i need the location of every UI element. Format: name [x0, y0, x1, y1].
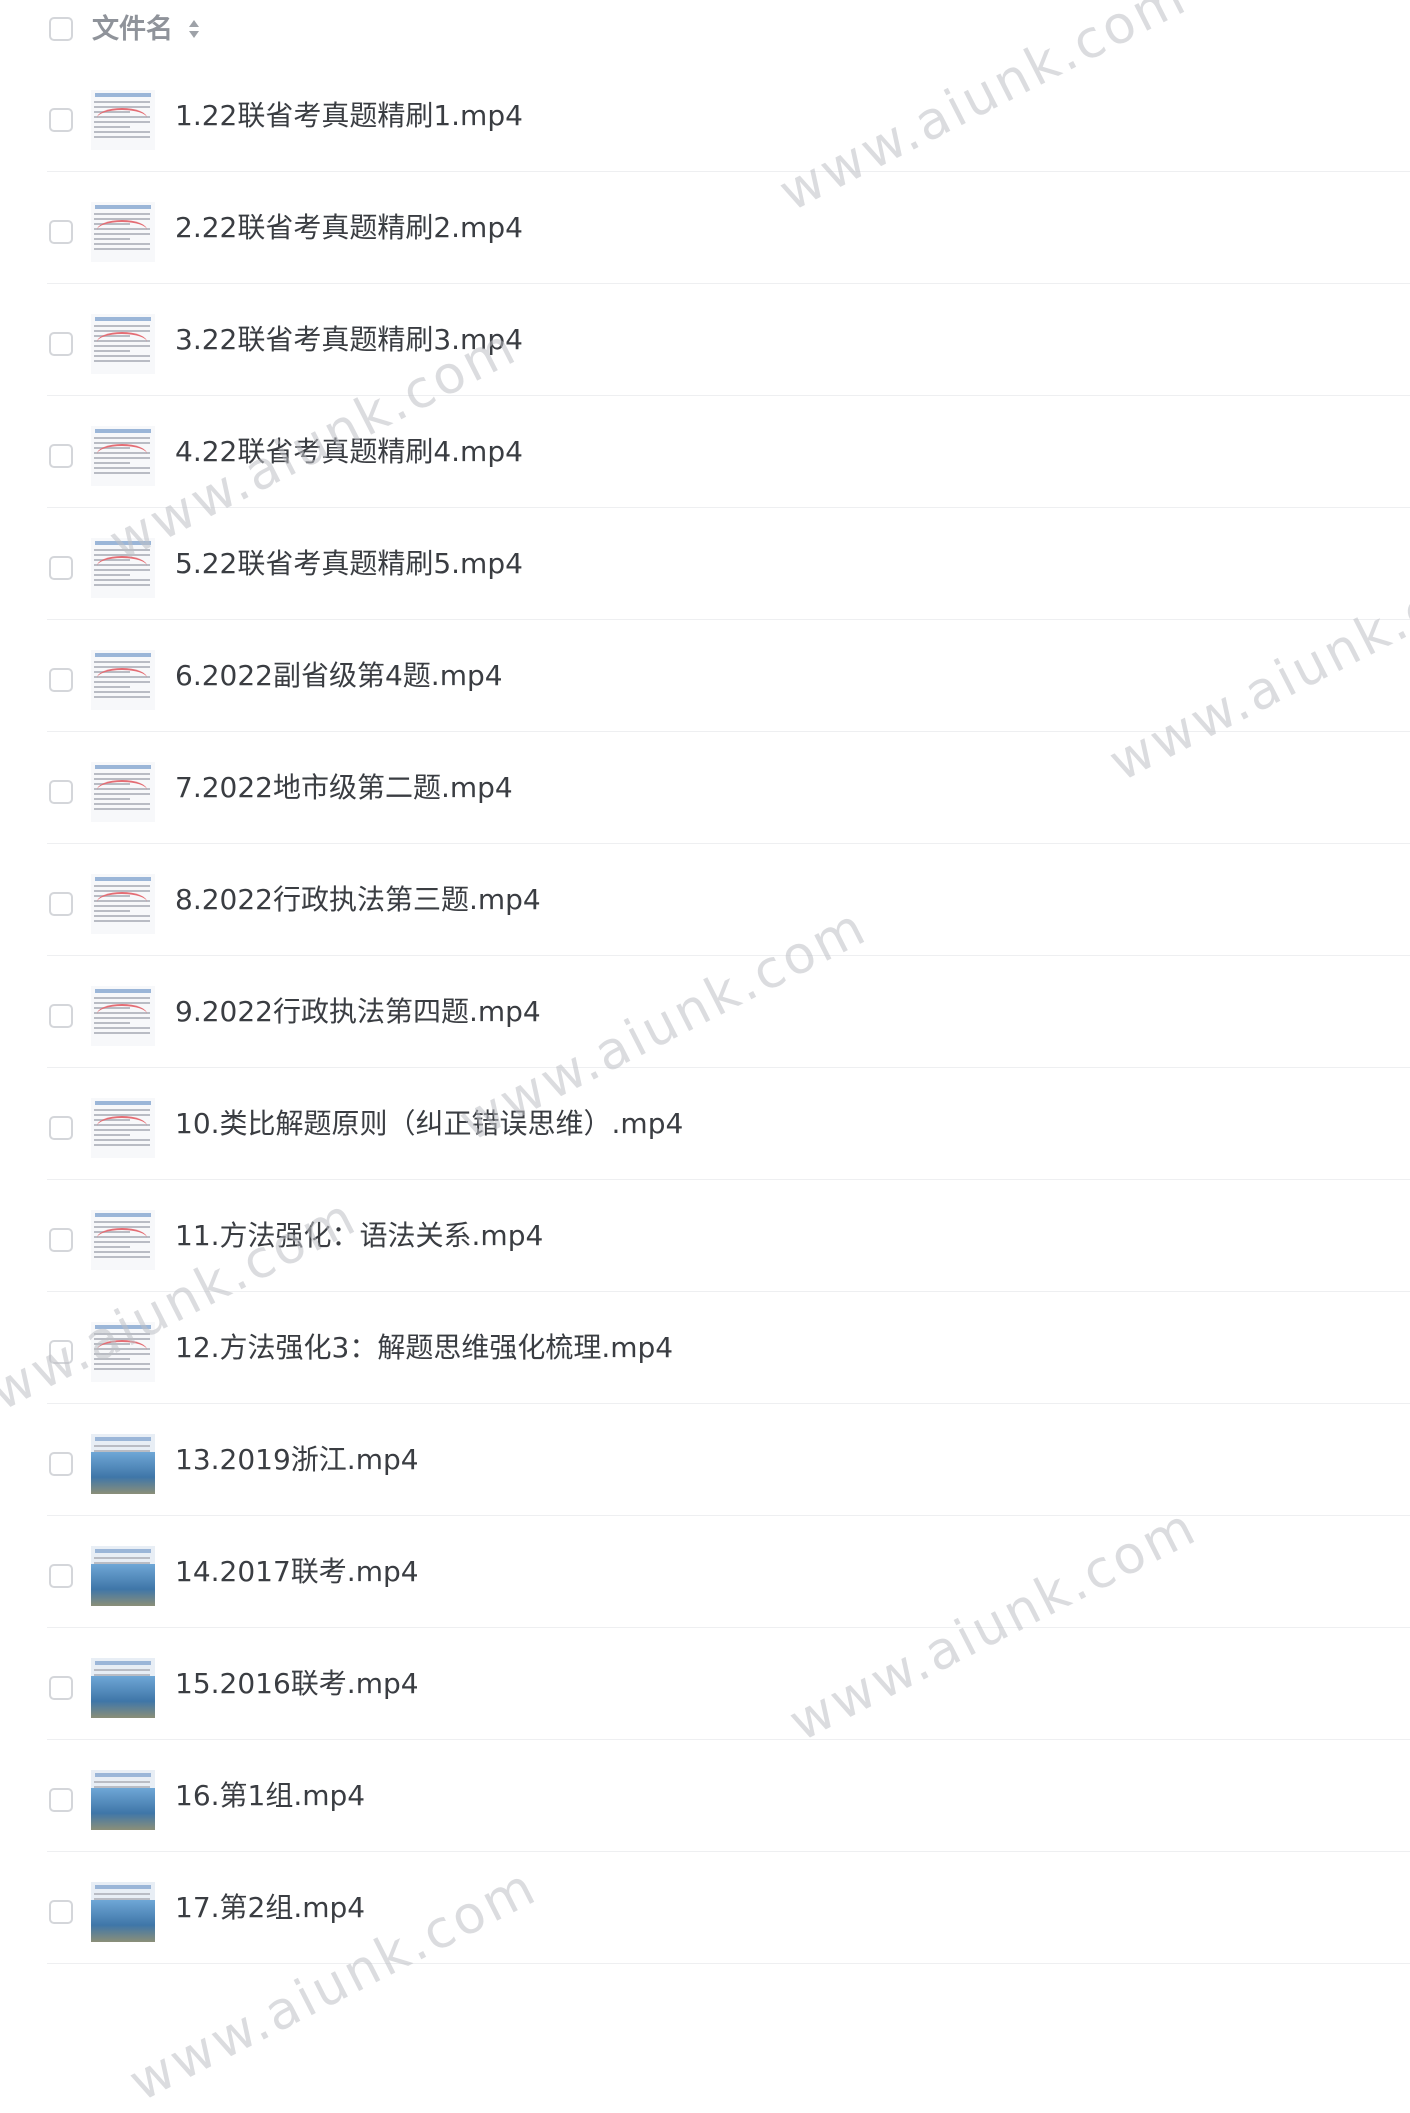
select-all-checkbox[interactable] — [49, 17, 73, 41]
row-checkbox[interactable] — [49, 108, 73, 132]
file-name[interactable]: 9.2022行政执法第四题.mp4 — [175, 992, 541, 1032]
file-row[interactable]: 14.2017联考.mp4 — [47, 1516, 1410, 1628]
file-row[interactable]: 2.22联省考真题精刷2.mp4 — [47, 172, 1410, 284]
file-row[interactable]: 1.22联省考真题精刷1.mp4 — [47, 60, 1410, 172]
row-checkbox[interactable] — [49, 1900, 73, 1924]
row-checkbox[interactable] — [49, 1228, 73, 1252]
row-checkbox[interactable] — [49, 1004, 73, 1028]
file-name[interactable]: 5.22联省考真题精刷5.mp4 — [175, 544, 523, 584]
file-row[interactable]: 16.第1组.mp4 — [47, 1740, 1410, 1852]
row-checkbox[interactable] — [49, 1788, 73, 1812]
sort-icon[interactable] — [188, 20, 200, 40]
file-row[interactable]: 5.22联省考真题精刷5.mp4 — [47, 508, 1410, 620]
video-thumbnail[interactable] — [91, 426, 155, 486]
file-name[interactable]: 8.2022行政执法第三题.mp4 — [175, 880, 541, 920]
file-row[interactable]: 12.方法强化3：解题思维强化梳理.mp4 — [47, 1292, 1410, 1404]
file-name[interactable]: 10.类比解题原则（纠正错误思维）.mp4 — [175, 1104, 683, 1144]
file-name[interactable]: 3.22联省考真题精刷3.mp4 — [175, 320, 523, 360]
video-thumbnail[interactable] — [91, 874, 155, 934]
file-name[interactable]: 16.第1组.mp4 — [175, 1776, 365, 1816]
video-thumbnail[interactable] — [91, 1658, 155, 1718]
file-row[interactable]: 8.2022行政执法第三题.mp4 — [47, 844, 1410, 956]
row-checkbox[interactable] — [49, 892, 73, 916]
file-name[interactable]: 7.2022地市级第二题.mp4 — [175, 768, 513, 808]
video-thumbnail[interactable] — [91, 90, 155, 150]
row-checkbox[interactable] — [49, 1564, 73, 1588]
file-name[interactable]: 13.2019浙江.mp4 — [175, 1440, 419, 1480]
file-name[interactable]: 12.方法强化3：解题思维强化梳理.mp4 — [175, 1328, 673, 1368]
video-thumbnail[interactable] — [91, 1546, 155, 1606]
file-row[interactable]: 13.2019浙江.mp4 — [47, 1404, 1410, 1516]
video-thumbnail[interactable] — [91, 986, 155, 1046]
row-checkbox[interactable] — [49, 220, 73, 244]
file-row[interactable]: 3.22联省考真题精刷3.mp4 — [47, 284, 1410, 396]
file-name[interactable]: 11.方法强化：语法关系.mp4 — [175, 1216, 543, 1256]
row-checkbox[interactable] — [49, 1116, 73, 1140]
file-row[interactable]: 17.第2组.mp4 — [47, 1852, 1410, 1964]
row-checkbox[interactable] — [49, 780, 73, 804]
row-checkbox[interactable] — [49, 1676, 73, 1700]
video-thumbnail[interactable] — [91, 1098, 155, 1158]
file-row[interactable]: 9.2022行政执法第四题.mp4 — [47, 956, 1410, 1068]
row-checkbox[interactable] — [49, 332, 73, 356]
video-thumbnail[interactable] — [91, 1882, 155, 1942]
file-name[interactable]: 15.2016联考.mp4 — [175, 1664, 419, 1704]
file-row[interactable]: 4.22联省考真题精刷4.mp4 — [47, 396, 1410, 508]
file-name[interactable]: 17.第2组.mp4 — [175, 1888, 365, 1928]
file-name[interactable]: 14.2017联考.mp4 — [175, 1552, 419, 1592]
video-thumbnail[interactable] — [91, 202, 155, 262]
video-thumbnail[interactable] — [91, 1322, 155, 1382]
file-row[interactable]: 7.2022地市级第二题.mp4 — [47, 732, 1410, 844]
list-header: 文件名 — [0, 0, 1410, 60]
video-thumbnail[interactable] — [91, 762, 155, 822]
file-row[interactable]: 11.方法强化：语法关系.mp4 — [47, 1180, 1410, 1292]
video-thumbnail[interactable] — [91, 1210, 155, 1270]
row-checkbox[interactable] — [49, 1340, 73, 1364]
file-name[interactable]: 6.2022副省级第4题.mp4 — [175, 656, 503, 696]
file-rows: 1.22联省考真题精刷1.mp4 2.22联省考真题精刷2.mp4 3.22联省考真… — [0, 60, 1410, 1964]
row-checkbox[interactable] — [49, 444, 73, 468]
row-checkbox[interactable] — [49, 1452, 73, 1476]
file-name[interactable]: 4.22联省考真题精刷4.mp4 — [175, 432, 523, 472]
video-thumbnail[interactable] — [91, 650, 155, 710]
file-row[interactable]: 15.2016联考.mp4 — [47, 1628, 1410, 1740]
file-name[interactable]: 1.22联省考真题精刷1.mp4 — [175, 96, 523, 136]
video-thumbnail[interactable] — [91, 1434, 155, 1494]
video-thumbnail[interactable] — [91, 538, 155, 598]
file-row[interactable]: 6.2022副省级第4题.mp4 — [47, 620, 1410, 732]
file-list: 文件名 1.22联省考真题精刷1.mp4 2.22联省考真题精刷2.mp4 3.22… — [0, 0, 1410, 1964]
video-thumbnail[interactable] — [91, 314, 155, 374]
column-header-filename[interactable]: 文件名 — [92, 12, 173, 48]
row-checkbox[interactable] — [49, 556, 73, 580]
file-name[interactable]: 2.22联省考真题精刷2.mp4 — [175, 208, 523, 248]
file-row[interactable]: 10.类比解题原则（纠正错误思维）.mp4 — [47, 1068, 1410, 1180]
video-thumbnail[interactable] — [91, 1770, 155, 1830]
row-checkbox[interactable] — [49, 668, 73, 692]
